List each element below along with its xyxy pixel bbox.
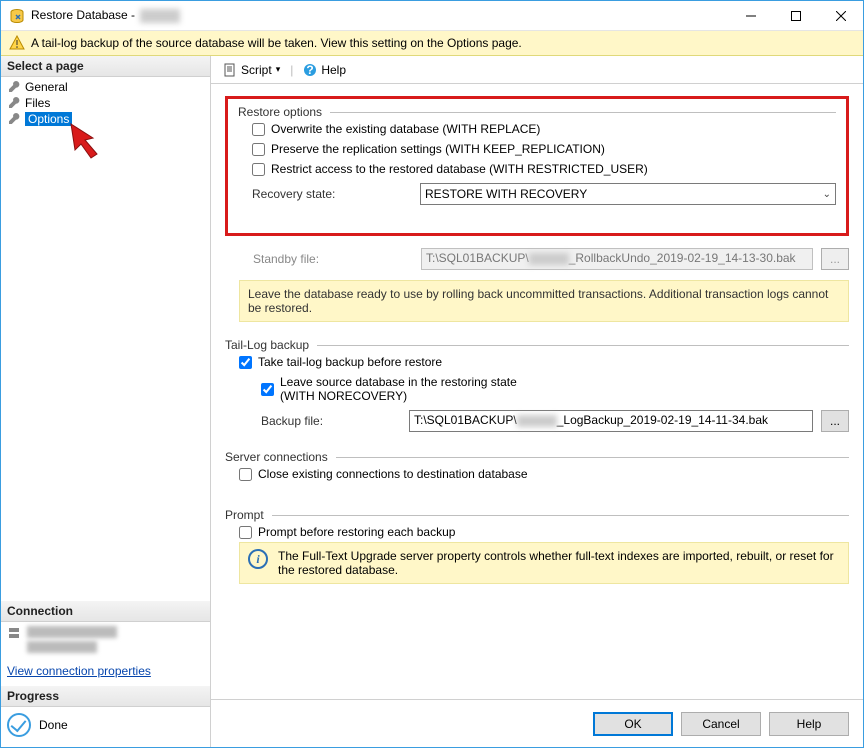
view-connection-properties-link[interactable]: View connection properties	[1, 656, 210, 686]
standby-file-label: Standby file:	[253, 252, 413, 266]
dropdown-caret-icon: ▾	[276, 64, 281, 75]
preserve-label: Preserve the replication settings (WITH …	[271, 142, 605, 156]
leave-restoring-label: Leave source database in the restoring s…	[280, 375, 517, 403]
maximize-button[interactable]	[773, 1, 818, 30]
prompt-each-label: Prompt before restoring each backup	[258, 525, 455, 539]
take-tail-log-label: Take tail-log backup before restore	[258, 355, 442, 369]
progress-row: Done	[1, 707, 210, 747]
backup-file-browse-button[interactable]: ...	[821, 410, 849, 432]
prompt-each-checkbox[interactable]	[239, 526, 252, 539]
dialog-footer: OK Cancel Help	[211, 699, 863, 747]
toolbar: Script ▾ | ? Help	[211, 56, 863, 84]
prompt-legend: Prompt	[225, 508, 264, 522]
svg-text:?: ?	[307, 63, 314, 77]
fulltext-info-note: i The Full-Text Upgrade server property …	[239, 542, 849, 584]
help-icon: ?	[303, 63, 317, 77]
sidebar-item-label: Options	[25, 112, 72, 126]
done-icon	[7, 713, 31, 737]
take-tail-log-checkbox[interactable]	[239, 356, 252, 369]
help-footer-button[interactable]: Help	[769, 712, 849, 736]
connection-header: Connection	[1, 601, 210, 622]
ok-button[interactable]: OK	[593, 712, 673, 736]
recovery-state-select[interactable]: RESTORE WITH RECOVERY ⌄	[420, 183, 836, 205]
preserve-replication-checkbox[interactable]	[252, 143, 265, 156]
recovery-note: Leave the database ready to use by rolli…	[239, 280, 849, 322]
backup-file-input[interactable]: T:\SQL01BACKUP\_LogBackup_2019-02-19_14-…	[409, 410, 813, 432]
cancel-button[interactable]: Cancel	[681, 712, 761, 736]
script-button[interactable]: Script ▾	[217, 61, 286, 79]
close-connections-checkbox[interactable]	[239, 468, 252, 481]
warning-icon	[9, 35, 25, 51]
standby-file-input: T:\SQL01BACKUP\_RollbackUndo_2019-02-19_…	[421, 248, 813, 270]
restrict-label: Restrict access to the restored database…	[271, 162, 648, 176]
progress-text: Done	[39, 718, 68, 732]
backup-file-label: Backup file:	[261, 414, 401, 428]
restore-options-highlight: Restore options Overwrite the existing d…	[225, 96, 849, 236]
recovery-state-label: Recovery state:	[252, 187, 412, 201]
restore-options-legend: Restore options	[238, 105, 322, 119]
info-icon: i	[248, 549, 268, 569]
select-page-header: Select a page	[1, 56, 210, 77]
window-title: Restore Database -	[31, 8, 728, 23]
wrench-icon	[7, 96, 21, 110]
info-bar: A tail-log backup of the source database…	[1, 31, 863, 56]
sidebar-item-label: General	[25, 80, 68, 94]
close-connections-label: Close existing connections to destinatio…	[258, 467, 528, 481]
minimize-button[interactable]	[728, 1, 773, 30]
server-icon	[7, 626, 21, 640]
overwrite-checkbox[interactable]	[252, 123, 265, 136]
restrict-access-checkbox[interactable]	[252, 163, 265, 176]
connection-info	[1, 622, 210, 656]
chevron-down-icon: ⌄	[823, 189, 831, 200]
info-bar-text: A tail-log backup of the source database…	[31, 36, 522, 50]
title-bar: Restore Database -	[1, 1, 863, 31]
progress-header: Progress	[1, 686, 210, 707]
sidebar-item-files[interactable]: Files	[1, 95, 210, 111]
app-icon	[9, 8, 25, 24]
tail-log-legend: Tail-Log backup	[225, 338, 309, 352]
sidebar-item-general[interactable]: General	[1, 79, 210, 95]
sidebar-item-label: Files	[25, 96, 50, 110]
overwrite-label: Overwrite the existing database (WITH RE…	[271, 122, 540, 136]
leave-restoring-checkbox[interactable]	[261, 383, 274, 396]
sidebar: Select a page General Files Options Conn…	[1, 56, 211, 747]
wrench-icon	[7, 112, 21, 126]
server-connections-legend: Server connections	[225, 450, 328, 464]
help-button[interactable]: ? Help	[297, 61, 352, 79]
sidebar-item-options[interactable]: Options	[1, 111, 210, 127]
standby-browse-button: ...	[821, 248, 849, 270]
close-button[interactable]	[818, 1, 863, 30]
wrench-icon	[7, 80, 21, 94]
script-icon	[223, 63, 237, 77]
